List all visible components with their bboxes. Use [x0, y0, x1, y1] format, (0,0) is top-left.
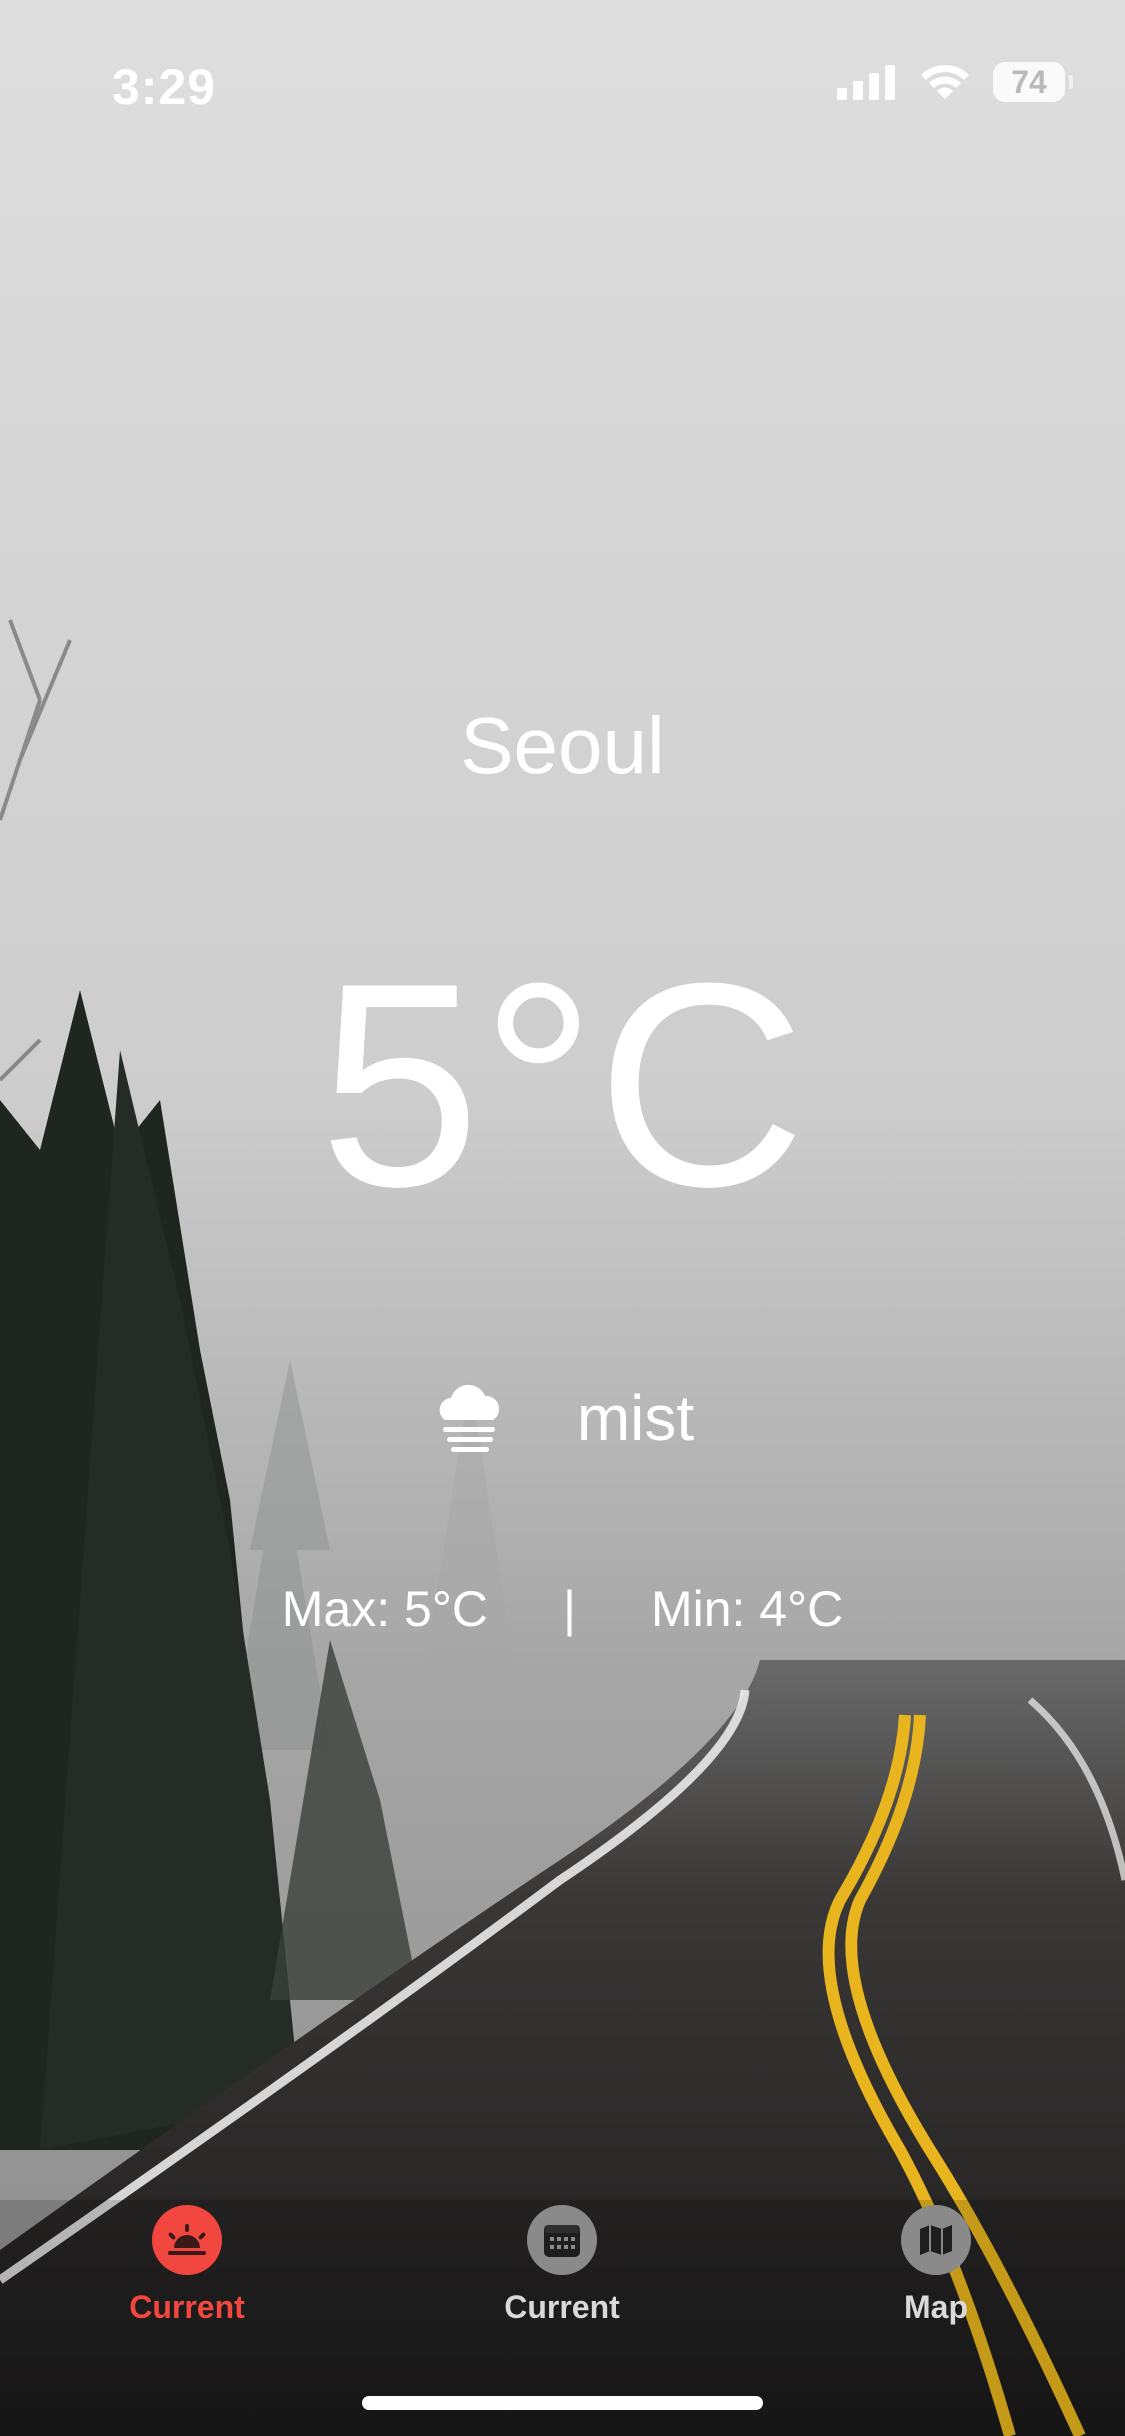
calendar-icon	[527, 2205, 597, 2275]
min-max-separator: |	[562, 1581, 576, 1637]
weather-screen: 3:29 74 Seoul 5°C mist Max: 5°C | Min: 4…	[0, 0, 1125, 2436]
tab-label: Current	[504, 2289, 620, 2325]
home-indicator[interactable]	[362, 2396, 763, 2410]
tab-map[interactable]: Map	[826, 2205, 1046, 2326]
sunrise-icon	[152, 2205, 222, 2275]
tab-label: Map	[904, 2289, 968, 2325]
tab-current-calendar[interactable]: Current	[452, 2205, 672, 2326]
condition-text: mist	[576, 1382, 695, 1454]
current-temperature: 5°C	[319, 923, 806, 1247]
wifi-icon	[921, 65, 969, 99]
condition-row: mist	[0, 1380, 1125, 1456]
status-icons: 74	[837, 62, 1073, 102]
min-temperature: Min: 4°C	[650, 1581, 844, 1637]
tab-current-weather[interactable]: Current	[77, 2205, 297, 2326]
status-time: 3:29	[112, 59, 217, 115]
tab-bar: Current Current Map	[0, 2205, 1125, 2355]
map-icon	[901, 2205, 971, 2275]
max-temperature: Max: 5°C	[281, 1581, 488, 1637]
cellular-signal-icon	[837, 65, 895, 100]
tab-label: Current	[129, 2289, 245, 2325]
fog-cloud-icon	[439, 1384, 499, 1452]
battery-icon: 74	[993, 62, 1073, 102]
city-name: Seoul	[460, 701, 665, 790]
min-max-row: Max: 5°C | Min: 4°C	[0, 1580, 1125, 1638]
